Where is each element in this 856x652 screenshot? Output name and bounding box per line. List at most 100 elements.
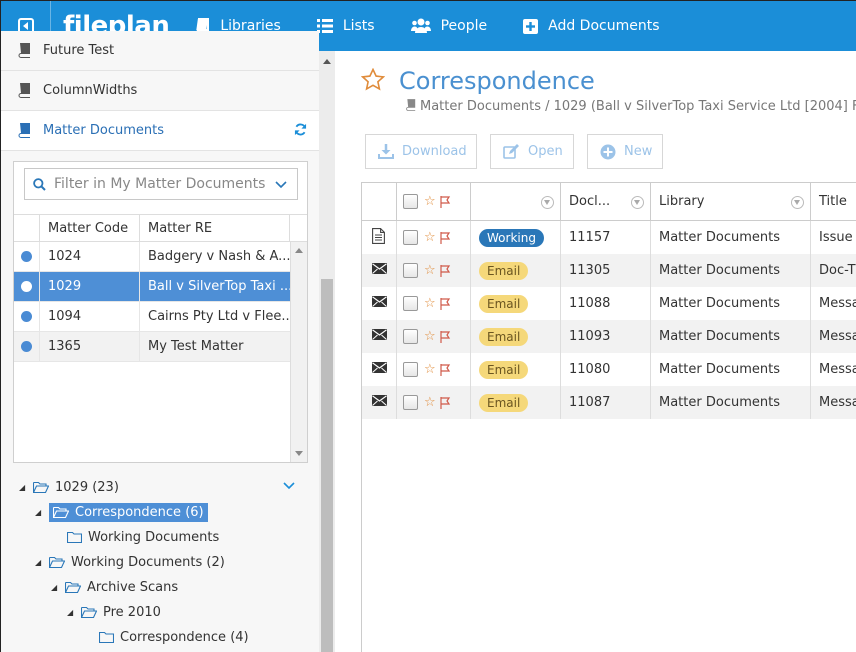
library-cell: Matter Documents	[651, 221, 811, 254]
status-dot	[21, 341, 32, 352]
sidebar-scrollbar[interactable]	[319, 51, 335, 652]
matter-row-selected[interactable]: 1029 Ball v SilverTop Taxi ...	[14, 272, 290, 302]
matter-row[interactable]: 1024 Badgery v Nash & A...	[14, 242, 290, 272]
flag-icon[interactable]	[440, 195, 451, 208]
flag-icon[interactable]	[440, 330, 451, 343]
row-checkbox[interactable]	[403, 362, 418, 377]
matter-row[interactable]: 1094 Cairns Pty Ltd v Flee...	[14, 302, 290, 332]
plus-square-icon	[523, 18, 539, 34]
star-icon[interactable]: ☆	[424, 395, 436, 410]
column-header-matter-re[interactable]: Matter RE	[140, 215, 290, 241]
book-icon	[405, 99, 416, 111]
document-row[interactable]: ☆ Working 11157 Matter Documents Issue	[362, 221, 856, 254]
document-row[interactable]: ☆ Email 11093 Matter Documents Messa	[362, 320, 856, 353]
scroll-down-arrow-icon[interactable]	[295, 451, 303, 456]
status-cell: Working	[471, 221, 561, 254]
download-button[interactable]: Download	[365, 134, 477, 169]
column-header-type	[362, 183, 397, 221]
matter-re: Badgery v Nash & A...	[148, 249, 290, 264]
library-item-matter-documents[interactable]: Matter Documents	[1, 111, 319, 151]
matter-code: 1094	[40, 302, 140, 331]
library-cell: Matter Documents	[651, 386, 811, 419]
tree-node-1029[interactable]: ◢ 1029 (23)	[19, 476, 119, 498]
new-button[interactable]: New	[587, 134, 663, 169]
flag-icon[interactable]	[440, 264, 451, 277]
flag-icon[interactable]	[440, 363, 451, 376]
refresh-icon[interactable]	[294, 122, 307, 140]
chevron-down-icon[interactable]	[283, 479, 295, 494]
status-cell: Email	[471, 320, 561, 353]
row-checkbox[interactable]	[403, 230, 418, 245]
flag-icon[interactable]	[440, 297, 451, 310]
flag-icon[interactable]	[440, 231, 451, 244]
scrollbar-thumb[interactable]	[321, 279, 333, 652]
document-row[interactable]: ☆ Email 11305 Matter Documents Doc-T	[362, 254, 856, 287]
column-header-matter-code[interactable]: Matter Code	[40, 215, 140, 241]
status-dot-cell	[14, 272, 40, 301]
star-icon[interactable]: ☆	[424, 194, 436, 209]
row-checkbox[interactable]	[403, 263, 418, 278]
filter-icon[interactable]	[631, 196, 644, 209]
library-item-future-test[interactable]: Future Test	[1, 31, 319, 71]
filter-icon[interactable]	[791, 196, 804, 209]
star-icon[interactable]: ☆	[424, 263, 436, 278]
title-cell: Messa	[819, 362, 856, 377]
matter-filter-input[interactable]: Filter in My Matter Documents	[24, 168, 298, 200]
star-icon[interactable]: ☆	[424, 362, 436, 377]
row-checkbox[interactable]	[403, 329, 418, 344]
select-cell: ☆	[397, 287, 471, 320]
title-cell: Messa	[819, 395, 856, 410]
column-header-library[interactable]: Library	[651, 183, 811, 221]
document-row[interactable]: ☆ Email 11087 Matter Documents Messa	[362, 386, 856, 419]
envelope-icon	[372, 263, 387, 278]
nav-add-documents[interactable]: Add Documents	[523, 18, 660, 34]
expanded-triangle-icon[interactable]: ◢	[67, 608, 81, 617]
tree-node-archive-scans[interactable]: ◢ Archive Scans	[51, 576, 178, 598]
tree-node-working-documents-2[interactable]: ◢ Working Documents (2)	[35, 551, 225, 573]
column-header-title[interactable]: Title	[811, 183, 856, 221]
matter-table-scrollbar[interactable]	[290, 242, 307, 462]
library-item-columnwidths[interactable]: ColumnWidths	[1, 71, 319, 111]
status-badge: Email	[479, 393, 529, 412]
expanded-triangle-icon[interactable]: ◢	[35, 508, 49, 517]
header-spacer	[290, 215, 307, 241]
doc-id-cell: 11087	[561, 386, 651, 419]
tree-node-correspondence-selected[interactable]: ◢ Correspondence (6)	[35, 501, 208, 523]
expanded-triangle-icon[interactable]: ◢	[51, 583, 65, 592]
filter-icon[interactable]	[541, 196, 554, 209]
scroll-up-arrow-icon[interactable]	[323, 59, 331, 64]
flag-icon[interactable]	[440, 396, 451, 409]
open-button[interactable]: Open	[490, 134, 574, 169]
nav-lists[interactable]: Lists	[316, 18, 375, 34]
document-row[interactable]: ☆ Email 11080 Matter Documents Messa	[362, 353, 856, 386]
download-icon	[378, 144, 394, 159]
column-header-doc[interactable]: Docl...	[561, 183, 651, 221]
tree-node-pre-2010[interactable]: ◢ Pre 2010	[67, 601, 161, 623]
star-icon[interactable]	[360, 67, 386, 95]
folder-open-icon	[81, 606, 97, 618]
type-cell	[362, 353, 397, 386]
people-icon	[410, 18, 431, 34]
matter-row[interactable]: 1365 My Test Matter	[14, 332, 290, 362]
search-icon	[33, 177, 46, 191]
matter-code: 1365	[40, 332, 140, 361]
select-all-checkbox[interactable]	[403, 194, 418, 209]
star-icon[interactable]: ☆	[424, 296, 436, 311]
star-icon[interactable]: ☆	[424, 230, 436, 245]
expanded-triangle-icon[interactable]: ◢	[19, 483, 33, 492]
chevron-down-icon[interactable]	[275, 177, 287, 193]
tree-node-label: Correspondence (6)	[75, 504, 204, 520]
tree-node-working-documents[interactable]: Working Documents	[67, 526, 219, 548]
star-icon[interactable]: ☆	[424, 329, 436, 344]
row-checkbox[interactable]	[403, 296, 418, 311]
breadcrumb-text[interactable]: Matter Documents / 1029 (Ball v SilverTo…	[420, 99, 856, 114]
column-header-status[interactable]	[471, 183, 561, 221]
expanded-triangle-icon[interactable]: ◢	[35, 558, 49, 567]
tree-node-correspondence-4[interactable]: Correspondence (4)	[99, 626, 249, 648]
document-row[interactable]: ☆ Email 11088 Matter Documents Messa	[362, 287, 856, 320]
title-cell: Doc-T	[819, 263, 856, 278]
scroll-up-arrow-icon[interactable]	[295, 248, 303, 253]
nav-people[interactable]: People	[410, 18, 487, 34]
row-checkbox[interactable]	[403, 395, 418, 410]
tree-node-label-wrap: Correspondence (6)	[49, 502, 208, 522]
